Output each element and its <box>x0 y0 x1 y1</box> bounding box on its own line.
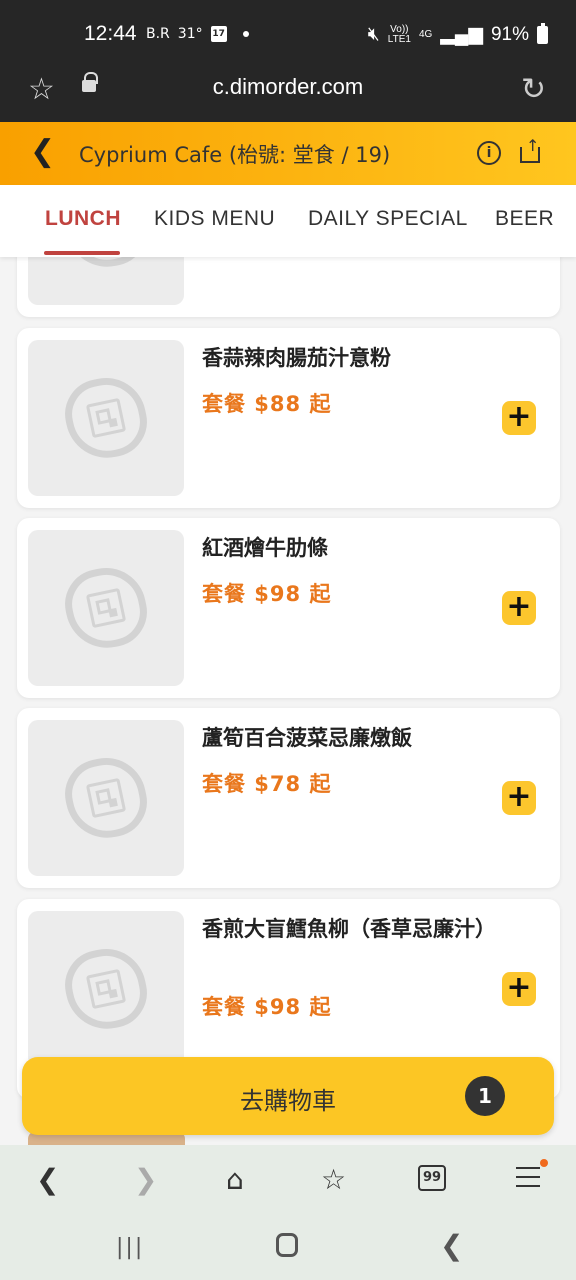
status-icons-left: B.R 31° 17 <box>146 26 249 42</box>
dish-name: 紅酒燴牛肋條 <box>202 536 328 560</box>
add-button[interactable]: + <box>502 401 536 435</box>
active-tab-indicator <box>44 251 120 255</box>
dish-price: 套餐 $98 起 <box>202 995 332 1019</box>
mute-icon: 🔇︎ <box>367 23 380 45</box>
status-temperature: 31° <box>177 26 203 42</box>
system-nav-bar: ||| ❮ <box>0 1215 576 1280</box>
menu-notification-dot-icon <box>540 1159 548 1167</box>
tab-beer[interactable]: BEER <box>495 207 554 231</box>
browser-back-icon[interactable]: ❮ <box>36 1163 59 1196</box>
dish-thumbnail <box>28 720 184 876</box>
placeholder-logo-icon <box>58 750 154 846</box>
status-bar: 12:44 B.R 31° 17 🔇︎ Vo)) LTE1 4G ▂▄▆ 91% <box>0 20 576 52</box>
dish-thumbnail <box>28 911 184 1067</box>
browser-toolbar: ❮ ❯ ⌂ ☆ 99 <box>0 1145 576 1215</box>
menu-list[interactable]: 香蒜辣肉腸茄汁意粉 套餐 $88 起 + 紅酒燴牛肋條 套餐 $98 起 + 蘆… <box>0 257 576 1145</box>
dish-price: 套餐 $98 起 <box>202 582 332 606</box>
dish-price: 套餐 $78 起 <box>202 772 332 796</box>
category-tabs: LUNCH KIDS MENU DAILY SPECIAL BEER <box>0 185 576 257</box>
add-button[interactable]: + <box>502 591 536 625</box>
battery-icon <box>537 22 548 44</box>
battery-percent: 91% <box>490 23 529 45</box>
menu-card[interactable]: 蘆筍百合菠菜忌廉燉飯 套餐 $78 起 + <box>17 708 560 888</box>
dish-thumbnail <box>28 257 184 305</box>
status-icons-right: 🔇︎ Vo)) LTE1 4G ▂▄▆ 91% <box>367 22 548 46</box>
signal-icon: ▂▄▆ <box>440 24 483 45</box>
menu-card[interactable]: 香蒜辣肉腸茄汁意粉 套餐 $88 起 + <box>17 328 560 508</box>
share-icon[interactable]: ↑ <box>520 136 542 166</box>
add-button[interactable]: + <box>502 781 536 815</box>
back-icon[interactable]: ❮ <box>30 134 55 169</box>
home-icon[interactable]: ⌂ <box>226 1163 244 1196</box>
tabs-count-icon[interactable]: 99 <box>418 1165 446 1191</box>
reload-icon[interactable]: ↻ <box>521 72 546 107</box>
cart-count-badge: 1 <box>465 1076 505 1116</box>
status-time: 12:44 <box>84 22 137 45</box>
volte-icon: Vo)) LTE1 <box>387 23 411 45</box>
placeholder-logo-icon <box>58 560 154 656</box>
tab-kids-menu[interactable]: KIDS MENU <box>154 207 275 231</box>
bookmarks-icon[interactable]: ☆ <box>321 1163 346 1196</box>
placeholder-logo-icon <box>58 941 154 1037</box>
dish-thumbnail <box>28 340 184 496</box>
system-back-icon[interactable]: ❮ <box>440 1229 463 1262</box>
system-top-area: 12:44 B.R 31° 17 🔇︎ Vo)) LTE1 4G ▂▄▆ 91% … <box>0 0 576 122</box>
dish-price: 套餐 $88 起 <box>202 392 332 416</box>
dish-name: 香煎大盲鱈魚柳（香草忌廉汁） <box>202 917 496 941</box>
menu-icon[interactable] <box>516 1167 540 1187</box>
add-button[interactable]: + <box>502 972 536 1006</box>
notification-dot-icon <box>242 31 249 37</box>
placeholder-logo-icon <box>58 257 154 275</box>
browser-forward-icon[interactable]: ❯ <box>134 1163 157 1196</box>
url-bar: ☆ c.dimorder.com ↻ <box>0 64 576 114</box>
tab-lunch[interactable]: LUNCH <box>45 207 121 231</box>
network-4g-icon: 4G <box>418 28 433 40</box>
page-title: Cyprium Cafe (枱號: 堂食 / 19) <box>79 143 391 167</box>
calendar-icon: 17 <box>210 26 227 42</box>
restaurant-header: ❮ Cyprium Cafe (枱號: 堂食 / 19) i ↑ <box>0 122 576 185</box>
dish-name: 香蒜辣肉腸茄汁意粉 <box>202 346 391 370</box>
placeholder-logo-icon <box>58 370 154 466</box>
home-button-icon[interactable] <box>276 1233 298 1257</box>
menu-card[interactable]: 紅酒燴牛肋條 套餐 $98 起 + <box>17 518 560 698</box>
dish-thumbnail <box>28 530 184 686</box>
dish-name: 蘆筍百合菠菜忌廉燉飯 <box>202 726 412 750</box>
go-to-cart-button[interactable]: 去購物車 1 <box>22 1057 554 1135</box>
status-icon-br: B.R <box>146 26 170 42</box>
tab-daily-special[interactable]: DAILY SPECIAL <box>308 207 468 231</box>
url-text[interactable]: c.dimorder.com <box>0 74 576 100</box>
info-icon[interactable]: i <box>477 141 501 165</box>
recent-apps-icon[interactable]: ||| <box>116 1235 144 1260</box>
menu-card-partial[interactable] <box>17 257 560 317</box>
